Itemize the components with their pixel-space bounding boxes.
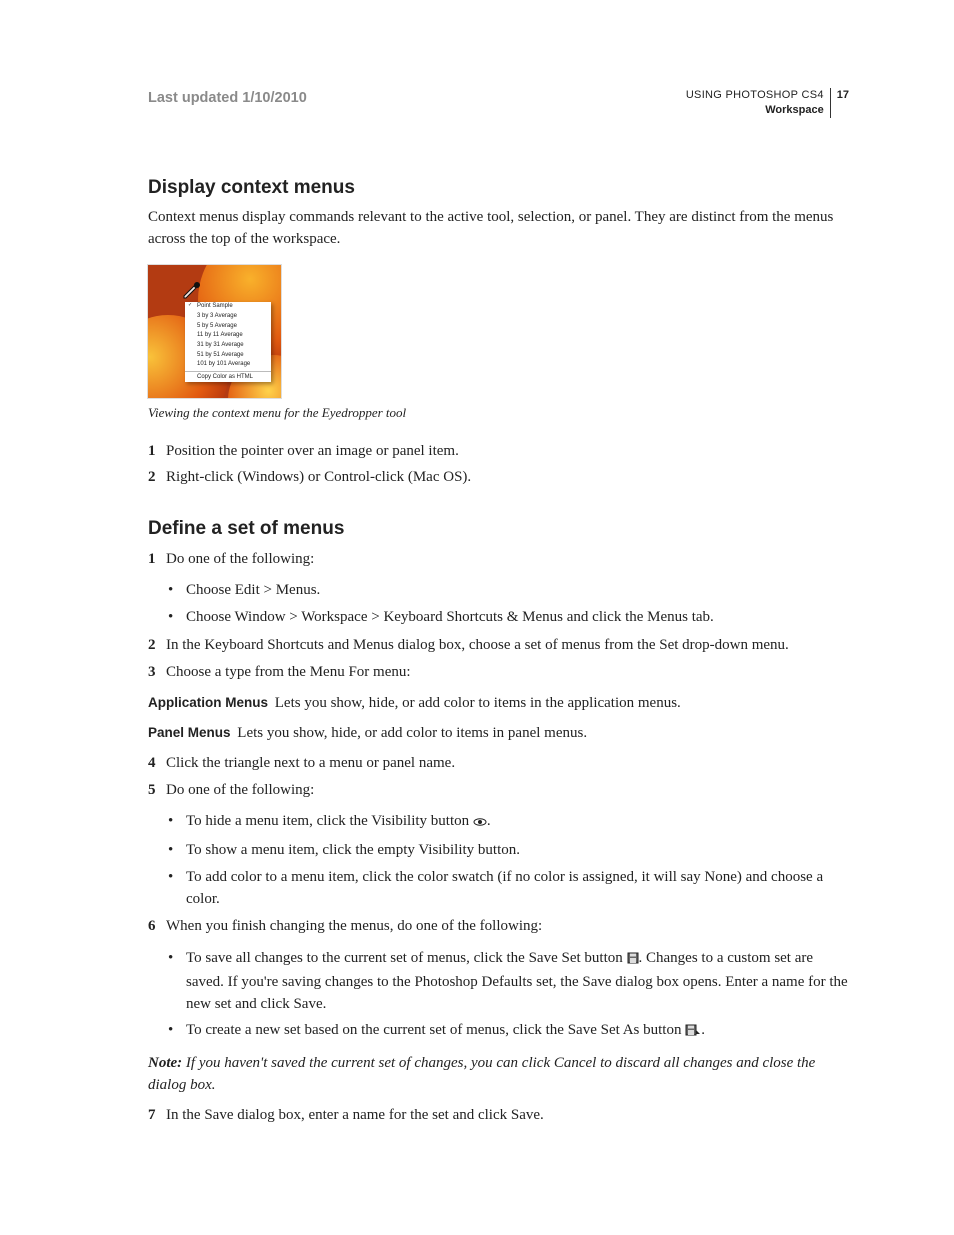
heading-define-menus: Define a set of menus [148,515,849,543]
bullet-text: To create a new set based on the current… [186,1020,849,1045]
bullet-text: Choose Window > Workspace > Keyboard Sho… [186,607,849,629]
visibility-icon [473,813,487,835]
context-menu-popup: Point Sample 3 by 3 Average 5 by 5 Avera… [185,302,271,383]
note: Note: If you haven't saved the current s… [148,1053,849,1097]
step-number: 1 [148,549,166,571]
step-number: 6 [148,916,166,938]
bullet-icon: • [166,948,186,1015]
bullet-text: To add color to a menu item, click the c… [186,867,849,911]
bullet-icon: • [166,580,186,602]
steps-define-cont2: 4 Click the triangle next to a menu or p… [148,753,849,802]
menu-item: 5 by 5 Average [185,321,271,331]
bullets-step6: • To save all changes to the current set… [166,948,849,1045]
step-text: Do one of the following: [166,549,849,571]
figure-context-menu: Point Sample 3 by 3 Average 5 by 5 Avera… [148,265,849,398]
step-number: 7 [148,1105,166,1127]
term-label: Panel Menus [148,725,231,740]
bullet-text: To hide a menu item, click the Visibilit… [186,811,849,835]
bullet-icon: • [166,607,186,629]
steps-display: 1 Position the pointer over an image or … [148,441,849,490]
step-text: Do one of the following: [166,780,849,802]
step-number: 4 [148,753,166,775]
steps-define-cont: 2 In the Keyboard Shortcuts and Menus di… [148,635,849,684]
step-text: In the Save dialog box, enter a name for… [166,1105,849,1127]
term-label: Application Menus [148,695,268,710]
heading-display-context-menus: Display context menus [148,174,849,202]
doc-section: Workspace [686,103,824,118]
term-desc: Lets you show, hide, or add color to ite… [275,695,681,711]
bullet-icon: • [166,811,186,835]
steps-define-cont4: 7 In the Save dialog box, enter a name f… [148,1105,849,1127]
step-number: 1 [148,441,166,463]
menu-item: 11 by 11 Average [185,331,271,341]
menu-item: 51 by 51 Average [185,350,271,360]
eyedropper-icon [181,279,201,299]
bullets-step1: • Choose Edit > Menus. • Choose Window >… [166,580,849,629]
menu-item: Copy Color as HTML [185,373,271,383]
term-desc: Lets you show, hide, or add color to ite… [237,725,587,741]
step-number: 2 [148,467,166,489]
menu-item: Point Sample [185,302,271,312]
header-right: USING PHOTOSHOP CS4 Workspace 17 [686,88,849,118]
last-updated-label: Last updated 1/10/2010 [148,88,307,109]
bullet-text: Choose Edit > Menus. [186,580,849,602]
note-text: If you haven't saved the current set of … [148,1055,815,1093]
step-text: Right-click (Windows) or Control-click (… [166,467,849,489]
step-text: Click the triangle next to a menu or pan… [166,753,849,775]
bullet-text: To save all changes to the current set o… [186,948,849,1015]
step-text: In the Keyboard Shortcuts and Menus dial… [166,635,849,657]
step-number: 3 [148,662,166,684]
step-text: When you finish changing the menus, do o… [166,916,849,938]
term-application-menus: Application Menus Lets you show, hide, o… [148,693,849,715]
bullet-icon: • [166,1020,186,1045]
save-icon [627,950,639,972]
page-number: 17 [831,88,849,103]
steps-define-cont3: 6 When you finish changing the menus, do… [148,916,849,938]
step-text: Position the pointer over an image or pa… [166,441,849,463]
figure-caption: Viewing the context menu for the Eyedrop… [148,404,849,423]
menu-item: 101 by 101 Average [185,360,271,370]
doc-title: USING PHOTOSHOP CS4 [686,88,824,103]
bullets-step5: • To hide a menu item, click the Visibil… [166,811,849,910]
steps-define: 1 Do one of the following: [148,549,849,571]
note-label: Note: [148,1055,182,1071]
step-text: Choose a type from the Menu For menu: [166,662,849,684]
save-as-icon [685,1023,701,1045]
figure-image: Point Sample 3 by 3 Average 5 by 5 Avera… [148,265,281,398]
page-header: Last updated 1/10/2010 USING PHOTOSHOP C… [148,88,849,118]
step-number: 2 [148,635,166,657]
menu-item: 31 by 31 Average [185,340,271,350]
intro-paragraph: Context menus display commands relevant … [148,207,849,251]
page-content: Last updated 1/10/2010 USING PHOTOSHOP C… [0,0,954,1196]
bullet-icon: • [166,867,186,911]
step-number: 5 [148,780,166,802]
term-panel-menus: Panel Menus Lets you show, hide, or add … [148,723,849,745]
bullet-icon: • [166,840,186,862]
bullet-text: To show a menu item, click the empty Vis… [186,840,849,862]
menu-item: 3 by 3 Average [185,311,271,321]
